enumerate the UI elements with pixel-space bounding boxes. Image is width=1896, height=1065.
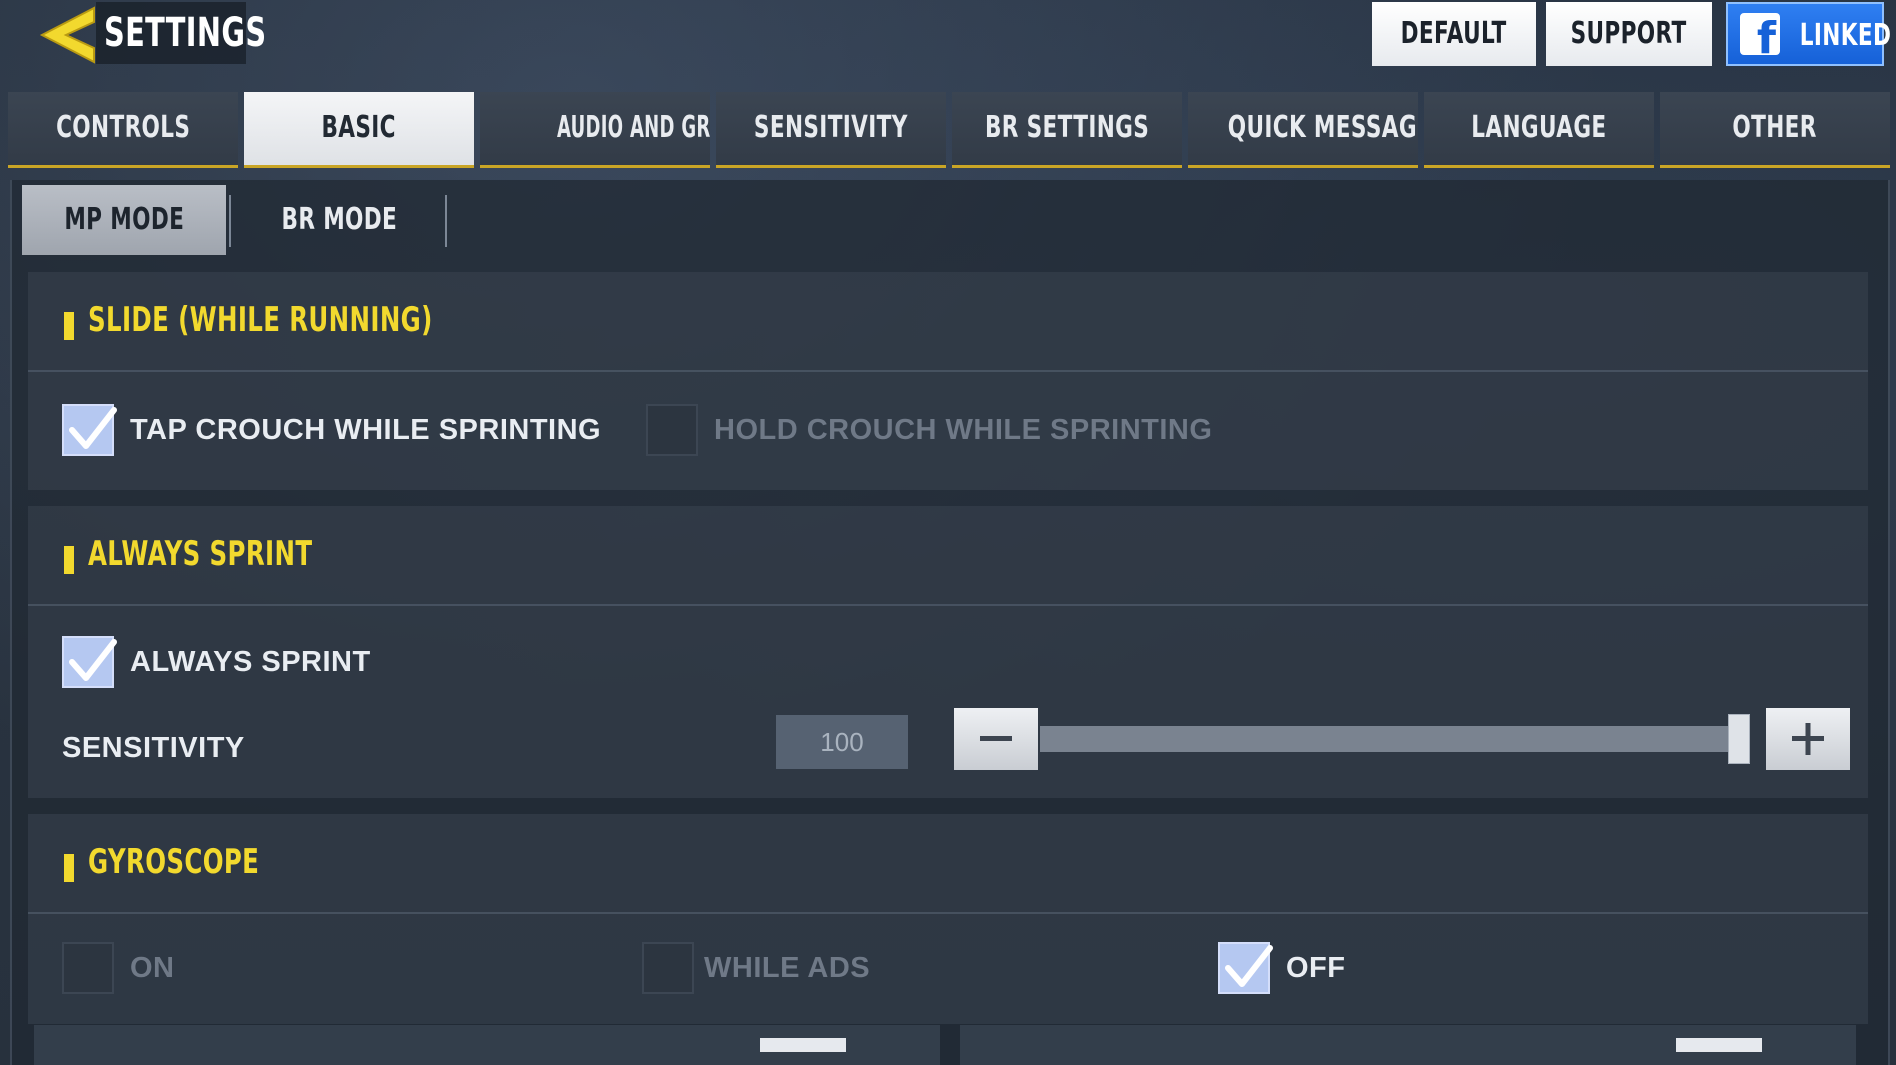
back-arrow-icon[interactable] — [36, 4, 100, 66]
sensitivity-slider-fill — [1040, 726, 1750, 752]
section-accent — [64, 312, 74, 340]
support-button-label: SUPPORT — [1570, 16, 1688, 51]
lower-slider-handle[interactable] — [1676, 1038, 1762, 1052]
sensitivity-slider-track[interactable] — [1040, 726, 1750, 752]
sensitivity-slider-thumb[interactable] — [1728, 714, 1750, 764]
tab-label: OTHER — [1732, 110, 1818, 145]
section-accent — [64, 546, 74, 574]
hold-crouch-checkbox[interactable] — [646, 404, 698, 456]
tap-crouch-label: TAP CROUCH WHILE SPRINTING — [130, 414, 602, 446]
section-header: GYROSCOPE — [28, 814, 1868, 914]
linked-label-wrap: LINKED — [1782, 4, 1891, 68]
minus-icon — [980, 736, 1012, 741]
facebook-linked-button[interactable]: f LINKED — [1726, 2, 1891, 68]
subtab-mp-mode[interactable]: MP MODE — [22, 185, 226, 255]
gyro-while-ads-label: WHILE ADS — [704, 952, 871, 984]
default-button-label: DEFAULT — [1401, 16, 1507, 51]
gyro-off-label: OFF — [1286, 952, 1346, 984]
settings-screen: SETTINGS DEFAULT SUPPORT f LINKED CONTRO… — [0, 0, 1896, 1065]
section-header: ALWAYS SPRINT — [28, 506, 1868, 606]
tab-label: AUDIO AND GRAPHICS — [556, 110, 710, 145]
section-title: GYROSCOPE — [88, 842, 260, 882]
section-always-sprint: ALWAYS SPRINT ALWAYS SPRINT SENSITIVITY — [28, 506, 1868, 798]
tab-label: BR SETTINGS — [984, 110, 1150, 145]
decrease-button[interactable] — [954, 708, 1038, 770]
tab-label: BASIC — [321, 110, 397, 145]
section-gyroscope: GYROSCOPE ON WHILE ADS OFF — [28, 814, 1868, 1024]
tab-label: QUICK MESSAGE — [1227, 110, 1418, 145]
settings-tabs: CONTROLS BASIC AUDIO AND GRAPHICS SENSIT… — [8, 92, 1892, 170]
subtab-divider — [229, 195, 231, 247]
gyro-while-ads-checkbox[interactable] — [642, 942, 694, 994]
subtab-label: BR MODE — [281, 202, 397, 237]
header: SETTINGS DEFAULT SUPPORT f LINKED — [0, 0, 1896, 82]
subtab-label: MP MODE — [64, 202, 184, 237]
tab-language[interactable]: LANGUAGE — [1424, 92, 1654, 168]
hold-crouch-label: HOLD CROUCH WHILE SPRINTING — [714, 414, 1213, 446]
subtab-divider — [445, 195, 447, 247]
tab-sensitivity[interactable]: SENSITIVITY — [716, 92, 946, 168]
section-title: SLIDE (WHILE RUNNING) — [88, 300, 433, 340]
tab-other[interactable]: OTHER — [1660, 92, 1890, 168]
section-header: SLIDE (WHILE RUNNING) — [28, 272, 1868, 372]
section-accent — [64, 854, 74, 882]
subtab-br-mode[interactable]: BR MODE — [232, 185, 446, 255]
always-sprint-label: ALWAYS SPRINT — [130, 646, 371, 678]
gyro-off-checkbox[interactable] — [1218, 942, 1273, 994]
tab-quick-message[interactable]: QUICK MESSAGE — [1188, 92, 1418, 168]
facebook-icon: f — [1740, 13, 1780, 61]
tab-controls[interactable]: CONTROLS — [8, 92, 238, 168]
checkmark-icon — [69, 407, 117, 449]
section-slide: SLIDE (WHILE RUNNING) TAP CROUCH WHILE S… — [28, 272, 1868, 490]
tab-label: CONTROLS — [55, 110, 191, 145]
support-button[interactable]: SUPPORT — [1546, 2, 1712, 66]
tab-basic[interactable]: BASIC — [244, 92, 474, 168]
tab-br-settings[interactable]: BR SETTINGS — [952, 92, 1182, 168]
tap-crouch-checkbox[interactable] — [62, 404, 117, 456]
tab-audio-and-graphics[interactable]: AUDIO AND GRAPHICS — [480, 92, 710, 168]
linked-button-label: LINKED — [1799, 18, 1892, 53]
sensitivity-value-input[interactable]: 100 — [776, 715, 908, 769]
always-sprint-checkbox[interactable] — [62, 636, 117, 688]
section-title: ALWAYS SPRINT — [88, 534, 313, 574]
lower-slider-handle[interactable] — [760, 1038, 846, 1052]
default-button[interactable]: DEFAULT — [1372, 2, 1536, 66]
gyro-on-checkbox[interactable] — [62, 942, 114, 994]
gyro-on-label: ON — [130, 952, 175, 984]
checkmark-icon — [69, 639, 117, 681]
page-title: SETTINGS — [104, 10, 267, 56]
increase-button[interactable] — [1766, 708, 1850, 770]
tab-label: SENSITIVITY — [754, 110, 908, 145]
checkmark-icon — [1225, 945, 1273, 987]
sensitivity-label: SENSITIVITY — [62, 732, 245, 764]
tab-label: LANGUAGE — [1471, 110, 1607, 145]
plus-icon — [1792, 723, 1824, 755]
